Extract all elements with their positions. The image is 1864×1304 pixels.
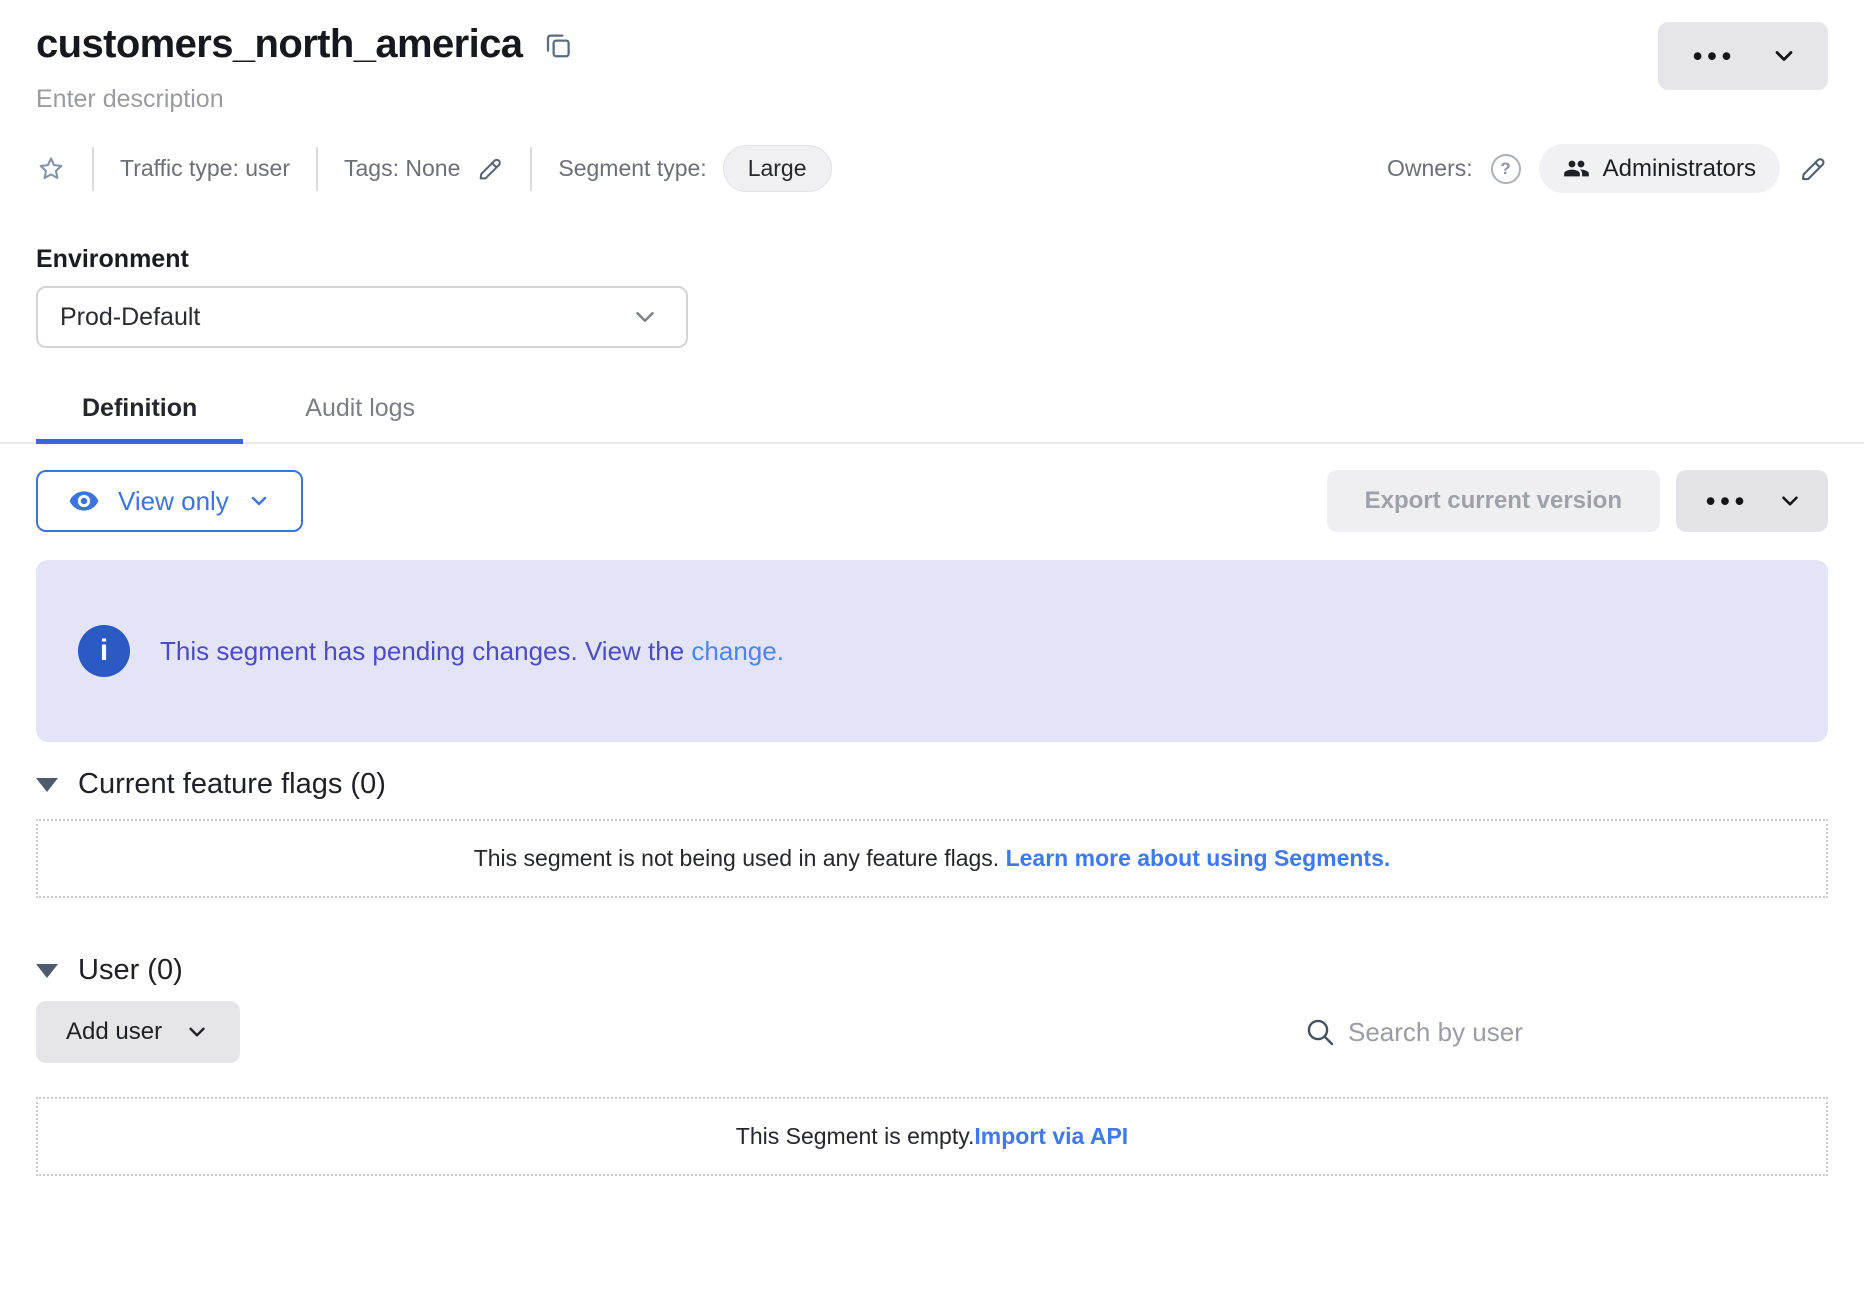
tab-audit-logs[interactable]: Audit logs	[259, 382, 461, 444]
collapse-triangle-icon[interactable]	[36, 778, 58, 792]
segment-type-group: Segment type: Large	[558, 145, 831, 192]
user-section-header: User (0)	[36, 954, 1828, 987]
export-current-version-button[interactable]: Export current version	[1327, 470, 1660, 532]
pending-changes-banner: i This segment has pending changes. View…	[36, 560, 1828, 742]
ellipsis-icon: •••	[1701, 488, 1749, 515]
feature-flags-section: Current feature flags (0) This segment i…	[36, 768, 1828, 898]
segment-type-badge: Large	[723, 145, 832, 192]
search-by-user-input[interactable]	[1348, 1017, 1828, 1048]
user-empty-text: This Segment is empty.	[736, 1123, 975, 1149]
chevron-down-icon	[1777, 488, 1803, 514]
divider	[316, 147, 318, 191]
user-empty-state: This Segment is empty.Import via API	[36, 1097, 1828, 1176]
feature-flags-empty-text: This segment is not being used in any fe…	[474, 845, 1006, 871]
environment-block: Environment Prod-Default	[0, 245, 1864, 348]
info-icon: i	[78, 625, 130, 677]
ellipsis-icon: •••	[1688, 43, 1736, 70]
chevron-down-icon	[630, 302, 660, 332]
owners-chip-label: Administrators	[1603, 155, 1756, 183]
learn-more-segments-link[interactable]: Learn more about using Segments.	[1006, 845, 1391, 871]
search-icon	[1304, 1016, 1336, 1048]
user-search-box	[1304, 1016, 1828, 1048]
tab-bar: Definition Audit logs	[0, 382, 1864, 444]
user-toolbar: Add user	[36, 1001, 1828, 1063]
help-icon[interactable]: ?	[1491, 154, 1521, 184]
definition-more-menu-button[interactable]: •••	[1676, 470, 1828, 532]
collapse-triangle-icon[interactable]	[36, 964, 58, 978]
view-only-button[interactable]: View only	[36, 470, 303, 532]
edit-owners-pencil-icon[interactable]	[1798, 154, 1828, 184]
chevron-down-icon	[184, 1019, 210, 1045]
tags-group: Tags: None	[344, 155, 504, 183]
meta-row: Traffic type: user Tags: None Segment ty…	[0, 144, 1864, 193]
add-user-label: Add user	[66, 1018, 162, 1046]
meta-left-group: Traffic type: user Tags: None Segment ty…	[36, 145, 1387, 192]
description-placeholder[interactable]: Enter description	[0, 85, 1864, 114]
page-title: customers_north_america	[36, 22, 522, 66]
chevron-down-icon	[1770, 42, 1798, 70]
tags-label: Tags: None	[344, 155, 460, 182]
edit-tags-pencil-icon[interactable]	[476, 155, 504, 183]
eye-icon	[68, 485, 100, 517]
environment-selected-value: Prod-Default	[60, 303, 200, 332]
favorite-star-icon[interactable]	[36, 154, 66, 184]
view-only-label: View only	[118, 486, 229, 517]
action-row: View only Export current version •••	[36, 470, 1828, 532]
user-section-title: User (0)	[78, 954, 183, 987]
people-icon	[1563, 155, 1590, 182]
divider	[92, 147, 94, 191]
owners-label: Owners:	[1387, 155, 1473, 182]
import-via-api-link[interactable]: Import via API	[974, 1123, 1128, 1149]
title-row: customers_north_america •••	[0, 0, 1864, 67]
definition-tab-content: View only Export current version •••	[0, 470, 1864, 1176]
segment-detail-page: customers_north_america ••• Enter descri…	[0, 0, 1864, 1304]
feature-flags-section-header: Current feature flags (0)	[36, 768, 1828, 801]
banner-message-text: This segment has pending changes. View t…	[160, 636, 691, 666]
page-header: customers_north_america ••• Enter descri…	[0, 0, 1864, 348]
copy-icon[interactable]	[543, 30, 573, 60]
owners-chip[interactable]: Administrators	[1539, 144, 1780, 193]
banner-message: This segment has pending changes. View t…	[160, 636, 784, 667]
environment-select[interactable]: Prod-Default	[36, 286, 688, 348]
add-user-button[interactable]: Add user	[36, 1001, 240, 1063]
feature-flags-empty-state: This segment is not being used in any fe…	[36, 819, 1828, 898]
segment-type-label: Segment type:	[558, 155, 706, 182]
divider	[530, 147, 532, 191]
view-change-link[interactable]: change.	[691, 636, 784, 666]
environment-label: Environment	[36, 245, 1828, 274]
header-more-menu-button[interactable]: •••	[1658, 22, 1828, 90]
user-section: User (0) Add user	[36, 954, 1828, 1176]
feature-flags-section-title: Current feature flags (0)	[78, 768, 386, 801]
owners-group: Owners: ? Administrators	[1387, 144, 1828, 193]
tab-definition[interactable]: Definition	[36, 382, 243, 444]
chevron-down-icon	[247, 489, 271, 513]
traffic-type-label: Traffic type: user	[120, 155, 290, 182]
